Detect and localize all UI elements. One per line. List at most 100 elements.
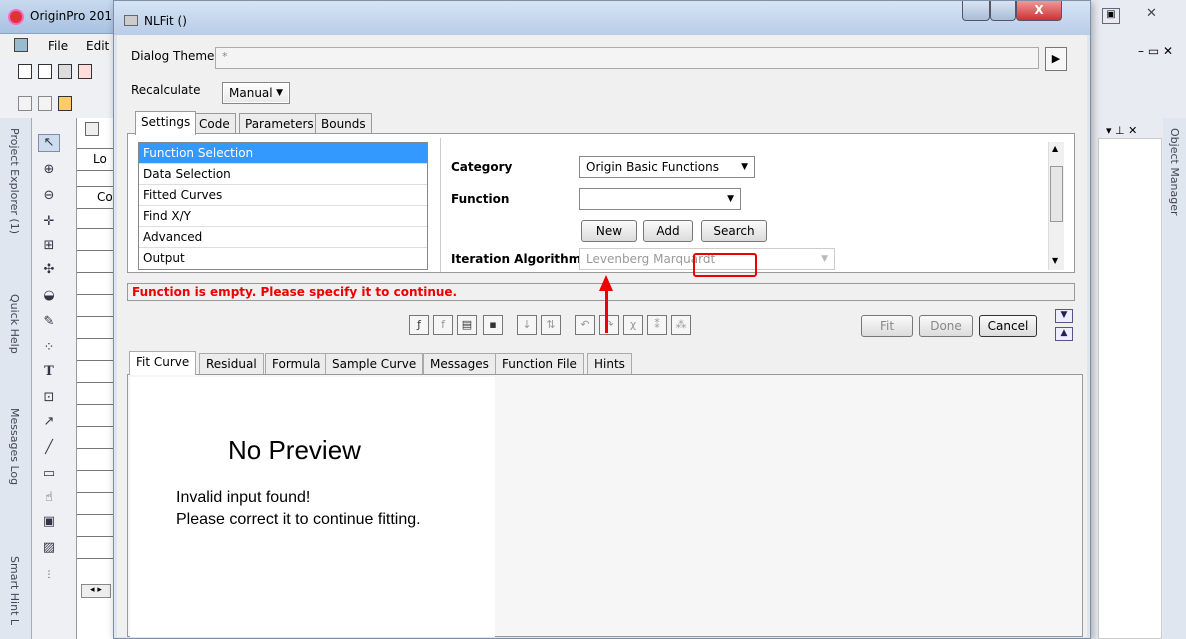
tab-parameters[interactable]: Parameters [239, 113, 320, 135]
tab-bounds[interactable]: Bounds [315, 113, 372, 135]
done-button[interactable]: Done [919, 315, 973, 337]
crosshair-icon[interactable]: ✛ [38, 214, 60, 232]
scroll-down-icon[interactable]: ▼ [1052, 256, 1058, 265]
recalculate-value: Manual [229, 86, 273, 100]
search-function-button[interactable]: Search [701, 220, 767, 242]
cancel-button[interactable]: Cancel [979, 315, 1037, 337]
new-doc-icon[interactable] [18, 64, 32, 79]
cut-icon[interactable] [18, 96, 32, 111]
category-label: Category [451, 160, 513, 174]
dialog-theme-field[interactable]: * [215, 47, 1039, 69]
close-button[interactable]: X [1016, 1, 1062, 21]
tab-fit-curve[interactable]: Fit Curve [129, 351, 197, 375]
dialog-icon [124, 15, 138, 26]
paste-icon[interactable] [58, 96, 72, 111]
image-icon[interactable]: ▨ [38, 540, 60, 558]
collapse-down-icon[interactable]: ▼ [1055, 309, 1073, 323]
equation-icon[interactable]: ▣ [38, 514, 60, 532]
line-tool-icon[interactable]: ╱ [38, 440, 60, 458]
sort-icon[interactable]: ↓ [517, 315, 537, 335]
one-iteration-icon[interactable]: ⁑ [647, 315, 667, 335]
fit-button[interactable]: Fit [861, 315, 913, 337]
pointer-icon[interactable]: ↖ [38, 134, 60, 152]
theme-menu-arrow-icon[interactable]: ▶ [1045, 47, 1067, 71]
arrow-tool-icon[interactable]: ↗ [38, 414, 60, 432]
nav-find-xy[interactable]: Find X/Y [139, 206, 427, 227]
menu-grip-icon [14, 38, 28, 52]
project-explorer-tab[interactable]: Project Explorer (1) [8, 128, 21, 234]
worksheet-icon[interactable] [58, 64, 72, 79]
tab-messages[interactable]: Messages [423, 353, 496, 375]
menu-edit[interactable]: Edit [86, 39, 109, 53]
add-function-button[interactable]: Add [643, 220, 693, 242]
tab-function-file[interactable]: Function File [495, 353, 584, 375]
mask-icon[interactable]: ◒ [38, 288, 60, 306]
zoom-out-icon[interactable]: ⊖ [38, 188, 60, 206]
parameter-init-icon[interactable]: ⇅ [541, 315, 561, 335]
restore-icon[interactable]: ▣ [1102, 8, 1120, 24]
recalculate-select[interactable]: Manual ▼ [222, 82, 290, 104]
tab-formula[interactable]: Formula [265, 353, 328, 375]
menu-file[interactable]: File [48, 39, 68, 53]
region-icon[interactable]: ⁘ [38, 340, 60, 358]
dialog-titlebar[interactable]: NLFit () X [114, 1, 1090, 35]
draw-data-icon[interactable]: ✎ [38, 314, 60, 332]
minimize-button[interactable] [962, 1, 990, 21]
scroll-up-icon[interactable]: ▲ [1052, 144, 1058, 153]
sheet-label-long-name: Lo [93, 152, 107, 166]
zoom-in-icon[interactable]: ⊕ [38, 162, 60, 180]
copy-icon[interactable] [38, 96, 52, 111]
function-select[interactable]: ▼ [579, 188, 741, 210]
sheet-icon [85, 122, 99, 136]
fit-until-converged-icon[interactable]: ⁂ [671, 315, 691, 335]
data-reader-icon[interactable]: ✣ [38, 262, 60, 280]
object-manager-tab[interactable]: Object Manager [1168, 128, 1181, 216]
quick-help-tab[interactable]: Quick Help [8, 294, 21, 354]
app-close-icon[interactable]: ✕ [1146, 6, 1157, 21]
scale-icon[interactable]: ⊞ [38, 238, 60, 256]
iteration-algorithm-label: Iteration Algorithm [451, 252, 582, 266]
hand-icon[interactable]: ☝ [38, 490, 60, 508]
function-builder-icon[interactable]: ƒ [409, 315, 429, 335]
tab-code[interactable]: Code [193, 113, 236, 135]
text-tool-icon[interactable]: T [38, 364, 60, 382]
category-select[interactable]: Origin Basic Functions ▼ [579, 156, 755, 178]
redo-icon[interactable]: ↷ [599, 315, 619, 335]
maximize-button[interactable] [990, 1, 1016, 21]
collapse-up-icon[interactable]: ▲ [1055, 327, 1073, 341]
chevron-down-icon: ▼ [821, 254, 828, 264]
open-icon[interactable] [38, 64, 52, 79]
undo-icon[interactable]: ↶ [575, 315, 595, 335]
rectangle-tool-icon[interactable]: ▭ [38, 466, 60, 484]
grid-icon[interactable]: ⊡ [38, 390, 60, 408]
chi-square-icon[interactable]: χ [623, 315, 643, 335]
nav-function-selection[interactable]: Function Selection [139, 143, 427, 164]
chevron-down-icon: ▼ [276, 88, 283, 98]
nav-output[interactable]: Output [139, 248, 427, 269]
tab-residual[interactable]: Residual [199, 353, 264, 375]
scroll-thumb[interactable] [1050, 166, 1063, 222]
tab-settings[interactable]: Settings [135, 111, 197, 135]
tab-sample-curve[interactable]: Sample Curve [325, 353, 424, 375]
mdi-controls[interactable]: – ▭ ✕ [1138, 44, 1173, 58]
messages-log-tab[interactable]: Messages Log [8, 408, 21, 485]
chevron-down-icon: ▼ [741, 162, 748, 172]
save-icon[interactable]: ▪ [483, 315, 503, 335]
more-tools-icon[interactable]: ⋮ [38, 570, 60, 588]
origin-menubar: File Edit [0, 34, 120, 58]
panel-pin-controls[interactable]: ▾ ⊥ ✕ [1106, 124, 1137, 137]
smart-hint-tab[interactable]: Smart Hint L [8, 556, 21, 625]
nav-fitted-curves[interactable]: Fitted Curves [139, 185, 427, 206]
settings-scrollbar[interactable]: ▲ ▼ [1048, 142, 1064, 270]
nav-advanced[interactable]: Advanced [139, 227, 427, 248]
function-organizer-icon[interactable]: f [433, 315, 453, 335]
sheet-scroll-arrows[interactable]: ◂ ▸ [81, 584, 111, 598]
new-function-button[interactable]: New [581, 220, 637, 242]
graph-icon[interactable] [78, 64, 92, 79]
fitting-function-file-icon[interactable]: ▤ [457, 315, 477, 335]
tab-hints[interactable]: Hints [587, 353, 632, 375]
preview-title: No Preview [228, 435, 361, 465]
category-value: Origin Basic Functions [586, 160, 719, 174]
nav-data-selection[interactable]: Data Selection [139, 164, 427, 185]
settings-nav-list: Function Selection Data Selection Fitted… [138, 142, 428, 270]
